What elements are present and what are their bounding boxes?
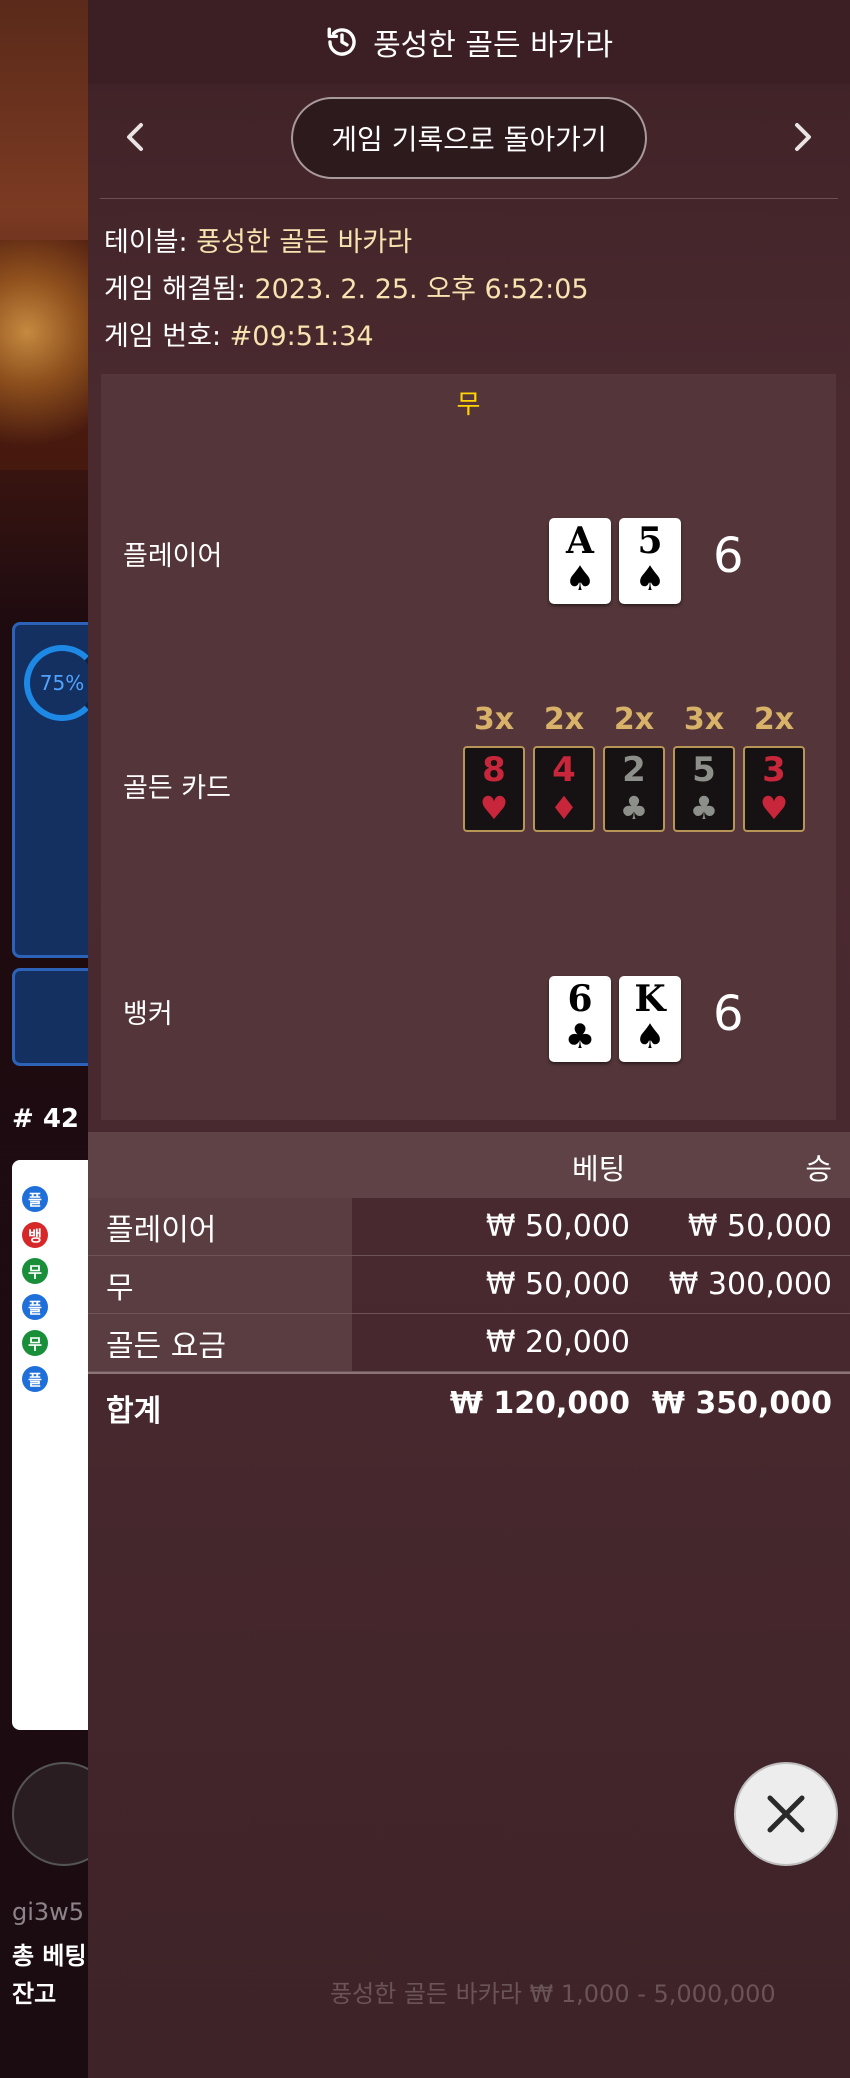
back-to-history-button[interactable]: 게임 기록으로 돌아가기: [291, 97, 647, 179]
card-rank: 5: [637, 520, 663, 562]
bottom-fade: [88, 1728, 850, 2078]
road-cell: 플: [22, 1186, 48, 1212]
club-icon: ♣: [619, 789, 649, 827]
bet-table-header: 베팅 승: [88, 1132, 850, 1198]
history-nav: 게임 기록으로 돌아가기: [88, 84, 850, 192]
golden-card: 2 ♣: [603, 746, 665, 832]
panel-title: 풍성한 골든 바카라: [373, 28, 613, 63]
user-info: gi3w5: [12, 1898, 85, 1926]
spade-icon: ♠: [634, 559, 666, 599]
bet-column-header: 베팅: [572, 1152, 626, 1186]
round-result: 무 플레이어 A ♠ 5 ♠ 6 골든 카드 3x 2x 2x 3x 2x 8 …: [101, 374, 836, 1120]
table-value: 풍성한 골든 바카라: [196, 227, 413, 258]
bet-amount: ₩ 50,000: [485, 1209, 630, 1244]
table-label: 테이블:: [104, 227, 188, 258]
diamond-icon: ♦: [549, 789, 579, 827]
road-cell: 뱅: [22, 1222, 48, 1248]
road-cell: 플: [22, 1294, 48, 1320]
player-total: 6: [713, 528, 744, 584]
banker-card: 6 ♣: [549, 976, 611, 1062]
gauge-percent: 75%: [39, 671, 85, 695]
chevron-left-icon[interactable]: [110, 112, 160, 162]
bet-amount: ₩ 20,000: [485, 1325, 630, 1360]
card-rank: 8: [482, 750, 506, 790]
panel-header: 풍성한 골든 바카라: [88, 0, 850, 84]
bet-name: 골든 요금: [88, 1314, 352, 1371]
golden-multiplier: 2x: [753, 702, 795, 737]
golden-multiplier: 3x: [473, 702, 515, 737]
game-number-line: 게임 번호: #09:51:34: [104, 313, 834, 360]
card-rank: 3: [762, 750, 786, 790]
spade-icon: ♠: [634, 1017, 666, 1057]
banker-total: 6: [713, 986, 744, 1042]
round-number: # 42: [12, 1104, 80, 1134]
club-icon: ♣: [689, 789, 719, 827]
road-cell: 무: [22, 1330, 48, 1356]
card-rank: 5: [692, 750, 716, 790]
resolved-value: 2023. 2. 25. 오후 6:52:05: [254, 274, 589, 305]
golden-multiplier: 2x: [613, 702, 655, 737]
player-label: 플레이어: [123, 541, 223, 572]
close-button[interactable]: [734, 1762, 838, 1866]
golden-card: 4 ♦: [533, 746, 595, 832]
table-row: 무 ₩ 50,000 ₩ 300,000: [88, 1256, 850, 1314]
road-cell: 무: [22, 1258, 48, 1284]
player-card: A ♠: [549, 518, 611, 604]
golden-multiplier: 3x: [683, 702, 725, 737]
table-row: 플레이어 ₩ 50,000 ₩ 50,000: [88, 1198, 850, 1256]
total-win-amount: ₩ 350,000: [651, 1386, 832, 1421]
bet-amount: ₩ 50,000: [485, 1267, 630, 1302]
bet-name: 무: [88, 1256, 352, 1313]
total-bet-label: 총 베팅: [12, 1942, 87, 1970]
chevron-right-icon[interactable]: [778, 112, 828, 162]
player-card: 5 ♠: [619, 518, 681, 604]
total-bet-amount: ₩ 120,000: [449, 1386, 630, 1421]
banker-card: K ♠: [619, 976, 681, 1062]
dragon-decoration: [0, 240, 90, 470]
card-rank: K: [634, 978, 666, 1020]
club-icon: ♣: [564, 1017, 596, 1057]
heart-icon: ♥: [479, 789, 509, 827]
table-info-line: 테이블: 풍성한 골든 바카라: [104, 219, 834, 266]
card-rank: A: [566, 520, 594, 562]
game-number-label: 게임 번호:: [104, 321, 222, 352]
total-label: 합계: [106, 1394, 162, 1429]
close-icon: [767, 1795, 805, 1833]
table-limits: 풍성한 골든 바카라 ₩ 1,000 - 5,000,000: [330, 1980, 776, 2008]
winner-label: 무: [456, 390, 481, 420]
golden-card: 8 ♥: [463, 746, 525, 832]
resolved-info-line: 게임 해결됨: 2023. 2. 25. 오후 6:52:05: [104, 266, 834, 313]
game-number-value: #09:51:34: [229, 321, 374, 352]
card-rank: 2: [622, 750, 646, 790]
bet-name: 플레이어: [88, 1198, 352, 1255]
spade-icon: ♠: [564, 559, 596, 599]
balance-label: 잔고: [12, 1980, 57, 2008]
golden-multiplier: 2x: [543, 702, 585, 737]
bet-table: 베팅 승 플레이어 ₩ 50,000 ₩ 50,000 무 ₩ 50,000 ₩…: [88, 1132, 850, 1434]
card-rank: 4: [552, 750, 576, 790]
game-history-panel: 풍성한 골든 바카라 게임 기록으로 돌아가기 테이블: 풍성한 골든 바카라 …: [88, 0, 850, 2078]
banker-label: 뱅커: [123, 999, 173, 1030]
resolved-label: 게임 해결됨:: [104, 274, 246, 305]
golden-card-label: 골든 카드: [123, 773, 231, 804]
history-icon: [327, 27, 356, 56]
win-column-header: 승: [805, 1152, 832, 1186]
golden-card: 5 ♣: [673, 746, 735, 832]
golden-card: 3 ♥: [743, 746, 805, 832]
win-amount: ₩ 50,000: [687, 1209, 832, 1244]
table-row: 골든 요금 ₩ 20,000: [88, 1314, 850, 1372]
win-amount: ₩ 300,000: [668, 1267, 832, 1302]
heart-icon: ♥: [759, 789, 789, 827]
game-info: 테이블: 풍성한 골든 바카라 게임 해결됨: 2023. 2. 25. 오후 …: [88, 199, 850, 360]
card-rank: 6: [567, 978, 593, 1020]
road-cell: 플: [22, 1366, 48, 1392]
bet-total-row: 합계 ₩ 120,000 ₩ 350,000: [88, 1372, 850, 1434]
